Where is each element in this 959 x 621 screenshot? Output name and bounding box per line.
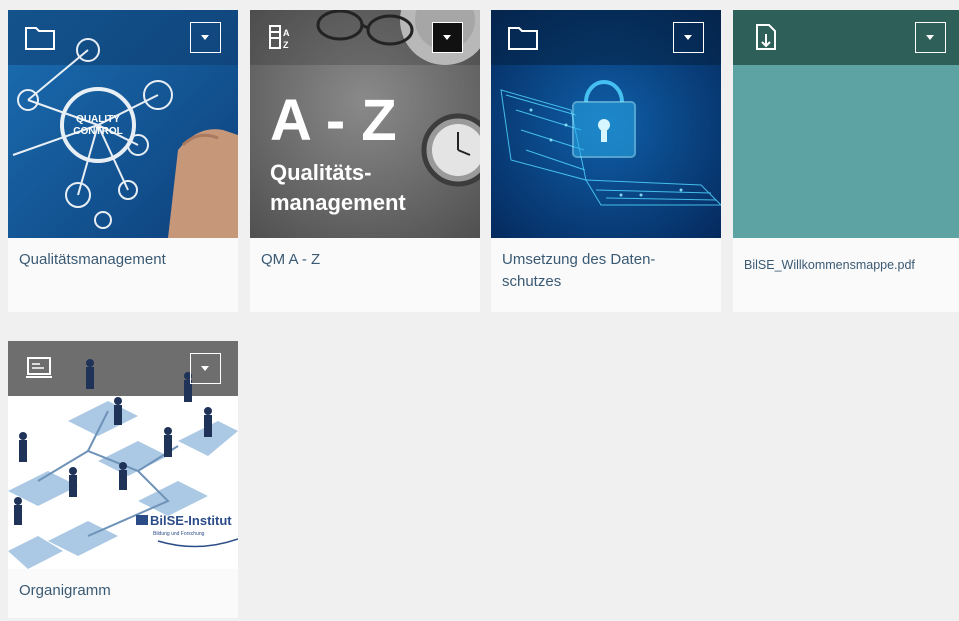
- tile-menu-button[interactable]: [673, 22, 704, 53]
- chevron-down-icon: [201, 35, 209, 40]
- tile-qm-a-z[interactable]: A - Z Qualitäts- management A Z QM A - Z: [250, 10, 480, 312]
- svg-text:A: A: [283, 28, 290, 38]
- chevron-down-icon: [926, 35, 934, 40]
- tile-menu-button[interactable]: [432, 22, 463, 53]
- chevron-down-icon: [443, 35, 451, 40]
- tile-organigramm[interactable]: BilSE-Institut Bildung und Forschung Org…: [8, 341, 238, 618]
- tile-menu-button[interactable]: [190, 22, 221, 53]
- tile-title[interactable]: Qualitätsmanagement: [19, 249, 229, 271]
- chevron-down-icon: [201, 366, 209, 371]
- folder-icon: [25, 27, 55, 50]
- tile-menu-button[interactable]: [190, 353, 221, 384]
- tile-title[interactable]: Umsetzung des Daten- schutzes: [502, 249, 712, 293]
- a-z-heading: A - Z: [270, 88, 397, 153]
- quality-label: QUALITY: [76, 114, 120, 125]
- tile-menu-button[interactable]: [915, 22, 946, 53]
- bilse-logo-subtitle: Bildung und Forschung: [153, 531, 205, 537]
- tile-qualitaetsmanagement[interactable]: QUALITY CONTROL Qualitätsmanagement: [8, 10, 238, 312]
- file-download-icon: [756, 24, 776, 50]
- tile-title[interactable]: Organigramm: [19, 580, 229, 602]
- qualitaets-label: Qualitäts-: [270, 160, 371, 185]
- presentation-icon: [26, 357, 52, 378]
- tile-willkommensmappe-pdf[interactable]: BilSE_Willkommensmappe.pdf: [733, 10, 959, 312]
- bilse-logo-text: BilSE-Institut: [150, 513, 232, 528]
- management-label: management: [270, 190, 406, 215]
- sort-a-z-icon: A Z: [269, 25, 290, 50]
- tile-datenschutz[interactable]: Umsetzung des Daten- schutzes: [491, 10, 721, 312]
- folder-icon: [508, 27, 538, 50]
- chevron-down-icon: [684, 35, 692, 40]
- tile-title[interactable]: QM A - Z: [261, 249, 471, 271]
- svg-text:Z: Z: [283, 40, 289, 50]
- control-label: CONTROL: [73, 126, 122, 137]
- tile-title[interactable]: BilSE_Willkommensmappe.pdf: [744, 254, 954, 276]
